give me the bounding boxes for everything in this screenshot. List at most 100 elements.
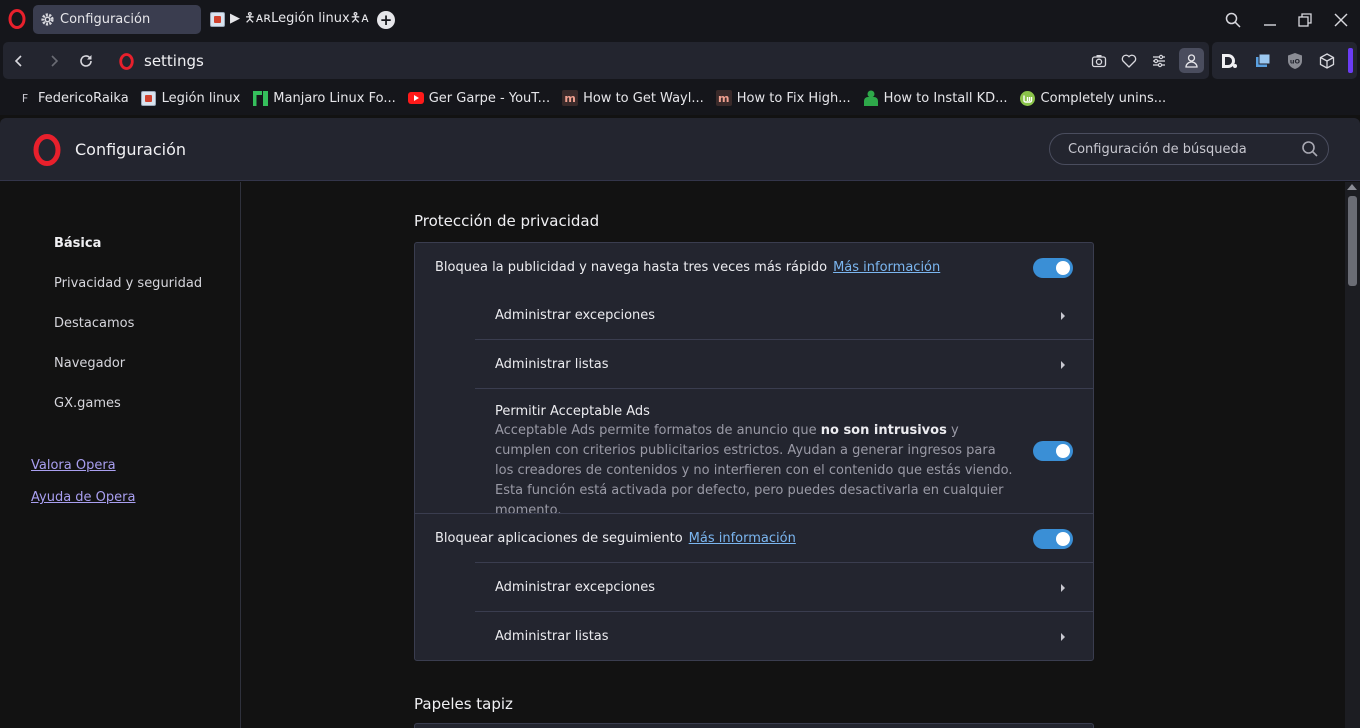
opera-menu-icon[interactable] — [7, 9, 27, 29]
bookmark-install-kde[interactable]: How to Install KD... — [863, 90, 1008, 106]
minimize-icon[interactable] — [1260, 10, 1280, 30]
bookmark-wayland[interactable]: m How to Get Wayl... — [562, 90, 704, 106]
back-button[interactable] — [9, 51, 29, 71]
sidebar-item-privacidad[interactable]: Privacidad y seguridad — [54, 276, 202, 291]
easy-setup-icon[interactable] — [1150, 52, 1168, 70]
sidebar-item-destacamos[interactable]: Destacamos — [54, 316, 134, 331]
gear-icon — [40, 12, 55, 27]
bookmarks-bar: F FedericoRaika Legión linux Manjaro Lin… — [0, 81, 1360, 115]
profile-button[interactable] — [1179, 48, 1204, 73]
heart-icon[interactable] — [1120, 52, 1138, 70]
tab-strip: Configuración ▶ 🯅ᴀʀLegión linux🯅ᴀ + — [0, 0, 1360, 40]
block-ads-label: Bloquea la publicidad y navega hasta tre… — [435, 260, 828, 275]
bookmark-label: Ger Garpe - YouT... — [428, 90, 551, 106]
acceptable-ads-desc-bold: no son intrusivos — [820, 423, 947, 438]
bookmark-label: Manjaro Linux Fo... — [273, 90, 396, 106]
privacy-card: Bloquea la publicidad y navega hasta tre… — [414, 242, 1094, 661]
divider — [475, 562, 1094, 563]
trackers-manage-exceptions[interactable]: Administrar excepciones — [495, 580, 655, 595]
bookmark-legion-linux[interactable]: Legión linux — [141, 90, 241, 106]
settings-main: Protección de privacidad Bloquea la publ… — [241, 182, 1345, 728]
svg-text:uO: uO — [1290, 58, 1301, 66]
camera-icon[interactable] — [1090, 52, 1108, 70]
sidebar-accent-bar[interactable] — [1348, 48, 1353, 73]
chevron-right-icon[interactable] — [1058, 632, 1068, 642]
user-icon — [1185, 53, 1198, 68]
restore-icon[interactable] — [1295, 10, 1315, 30]
divider — [475, 339, 1094, 340]
settings-header: Configuración — [0, 118, 1360, 181]
block-ads-toggle[interactable] — [1033, 258, 1073, 278]
scrollbar-thumb[interactable] — [1348, 196, 1357, 286]
youtube-icon — [407, 90, 424, 106]
person-icon — [863, 90, 879, 106]
bookmark-federicoraika[interactable]: F FedericoRaika — [17, 90, 129, 106]
sidebar-item-gx-games[interactable]: GX.games — [54, 396, 121, 411]
rate-opera-link[interactable]: Valora Opera — [31, 458, 116, 473]
ads-manage-lists[interactable]: Administrar listas — [495, 357, 609, 372]
extension-windows-icon[interactable] — [1254, 52, 1272, 70]
extensions-cube-icon[interactable] — [1318, 52, 1336, 70]
opera-logo-icon — [33, 134, 61, 166]
tab-legion-linux[interactable]: ▶ 🯅ᴀʀLegión linux🯅ᴀ — [203, 5, 373, 34]
wallpapers-card — [414, 723, 1094, 728]
section-title-wallpapers: Papeles tapiz — [414, 695, 513, 713]
divider — [415, 513, 1094, 514]
opera-logo-icon — [119, 53, 134, 70]
acceptable-ads-toggle[interactable] — [1033, 441, 1073, 461]
close-window-icon[interactable] — [1331, 10, 1351, 30]
new-tab-button[interactable]: + — [377, 11, 395, 29]
bookmark-label: Completely unins... — [1040, 90, 1167, 106]
divider — [475, 611, 1094, 612]
block-trackers-row: Bloquear aplicaciones de seguimiento Más … — [435, 531, 796, 546]
tab-settings[interactable]: Configuración — [33, 5, 201, 34]
site-favicon-icon — [210, 12, 225, 27]
ublock-origin-icon[interactable]: uO — [1286, 52, 1304, 70]
settings-search-input[interactable] — [1049, 133, 1329, 165]
legion-favicon-icon — [141, 90, 157, 106]
bookmark-uninstall[interactable]: Completely unins... — [1020, 90, 1167, 106]
extension-d-icon[interactable] — [1220, 52, 1238, 70]
scroll-up-arrow[interactable] — [1347, 184, 1357, 190]
bookmark-label: Legión linux — [161, 90, 241, 106]
settings-sidebar: Básica Privacidad y seguridad Destacamos… — [0, 182, 241, 728]
address-bar: settings — [3, 42, 1209, 79]
reload-button[interactable] — [76, 51, 96, 71]
bookmark-youtube[interactable]: Ger Garpe - YouT... — [407, 90, 551, 106]
url-text[interactable]: settings — [144, 52, 204, 70]
trackers-manage-lists[interactable]: Administrar listas — [495, 629, 609, 644]
page-title: Configuración — [75, 140, 187, 159]
address-row: settings uO — [0, 40, 1360, 81]
ads-manage-exceptions[interactable]: Administrar excepciones — [495, 308, 655, 323]
bookmark-label: How to Fix High... — [736, 90, 851, 106]
manjaro-icon — [252, 90, 268, 106]
sidebar-item-basica[interactable]: Básica — [54, 236, 101, 251]
block-ads-more-info-link[interactable]: Más información — [833, 260, 940, 275]
forward-button[interactable] — [44, 51, 64, 71]
chevron-right-icon[interactable] — [1058, 360, 1068, 370]
medium-m-icon: m — [715, 90, 732, 106]
chevron-right-icon[interactable] — [1058, 583, 1068, 593]
tab-title: ▶ 🯅ᴀʀLegión linux🯅ᴀ — [230, 10, 369, 26]
acceptable-ads-title: Permitir Acceptable Ads — [495, 404, 650, 419]
medium-m-icon: m — [562, 90, 579, 106]
search-icon[interactable] — [1301, 140, 1319, 158]
block-trackers-more-info-link[interactable]: Más información — [689, 531, 796, 546]
bookmark-fix-high[interactable]: m How to Fix High... — [715, 90, 851, 106]
section-title-privacy: Protección de privacidad — [414, 212, 600, 230]
sidebar-item-navegador[interactable]: Navegador — [54, 356, 125, 371]
extensions-bar: uO — [1212, 42, 1357, 79]
tab-title: Configuración — [60, 12, 151, 27]
bookmark-label: FedericoRaika — [38, 90, 129, 106]
bookmark-manjaro[interactable]: Manjaro Linux Fo... — [252, 90, 396, 106]
block-ads-row: Bloquea la publicidad y navega hasta tre… — [435, 260, 940, 275]
tab-search-icon[interactable] — [1223, 10, 1243, 30]
letter-f-icon: F — [21, 91, 29, 105]
opera-help-link[interactable]: Ayuda de Opera — [31, 490, 135, 505]
acceptable-ads-description: Acceptable Ads permite formatos de anunc… — [495, 421, 1015, 521]
acceptable-ads-desc-pre: Acceptable Ads permite formatos de anunc… — [495, 423, 817, 438]
divider — [475, 388, 1094, 389]
block-trackers-toggle[interactable] — [1033, 529, 1073, 549]
mint-icon — [1020, 90, 1036, 106]
chevron-right-icon[interactable] — [1058, 311, 1068, 321]
